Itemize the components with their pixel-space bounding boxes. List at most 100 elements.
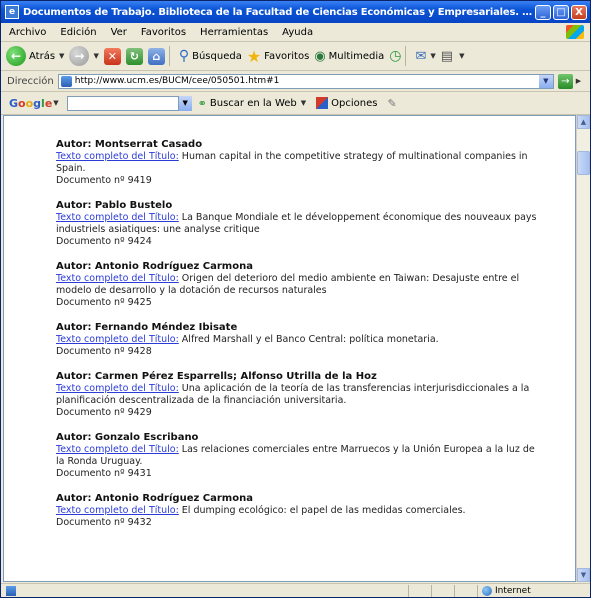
menu-ayuda[interactable]: Ayuda xyxy=(275,27,320,38)
mail-button[interactable]: ✉ ▼ xyxy=(415,49,435,64)
address-dropdown-button[interactable]: ▼ xyxy=(538,74,553,88)
address-input[interactable]: http://www.ucm.es/BUCM/cee/050501.htm#1 … xyxy=(57,73,554,89)
entry-title-line: Texto completo del Título: Origen del de… xyxy=(56,273,546,297)
full-text-link[interactable]: Texto completo del Título: xyxy=(56,383,179,394)
entry-doc-number: Documento nº 9432 xyxy=(56,517,152,528)
status-cell xyxy=(408,585,431,597)
menu-ver[interactable]: Ver xyxy=(104,27,134,38)
entry-doc-number: Documento nº 9424 xyxy=(56,236,152,247)
entry-author: Autor: Antonio Rodríguez Carmona xyxy=(56,261,253,272)
back-label: Atrás xyxy=(29,50,56,62)
full-text-link[interactable]: Texto completo del Título: xyxy=(56,444,179,455)
list-item: Autor: Fernando Méndez Ibisate Texto comp… xyxy=(56,322,546,358)
entry-title-line: Texto completo del Título: Una aplicació… xyxy=(56,383,546,407)
google-options-button[interactable]: Opciones xyxy=(316,97,378,109)
favorites-button[interactable]: ★ Favoritos xyxy=(247,47,309,66)
google-logo-letter: e xyxy=(44,96,53,110)
entry-title-line: Texto completo del Título: Human capital… xyxy=(56,151,546,175)
media-label: Multimedia xyxy=(328,50,385,62)
entry-author: Autor: Pablo Bustelo xyxy=(56,200,173,211)
status-cell xyxy=(431,585,454,597)
window-controls: _ □ X xyxy=(535,4,587,20)
search-label: Búsqueda xyxy=(192,50,242,62)
home-icon: ⌂ xyxy=(147,47,165,65)
full-text-link[interactable]: Texto completo del Título: xyxy=(56,212,179,223)
refresh-button[interactable]: ↻ xyxy=(125,47,143,65)
forward-button[interactable]: → ▼ xyxy=(69,46,99,66)
full-text-link[interactable]: Texto completo del Título: xyxy=(56,151,179,162)
entry-author: Autor: Fernando Méndez Ibisate xyxy=(56,322,238,333)
entry-author: Autor: Montserrat Casado xyxy=(56,139,203,150)
entry-title: El dumping ecológico: el papel de las me… xyxy=(178,505,466,516)
google-options-label: Opciones xyxy=(331,97,378,109)
entry-title-line: Texto completo del Título: El dumping ec… xyxy=(56,505,546,517)
entry-title-line: Texto completo del Título: La Banque Mon… xyxy=(56,212,546,236)
print-button[interactable]: ▤ xyxy=(441,49,453,64)
history-icon: ◷ xyxy=(389,48,402,64)
stop-button[interactable]: ✕ xyxy=(103,47,121,65)
google-search-dropdown[interactable]: ▼ xyxy=(178,95,192,111)
home-button[interactable]: ⌂ xyxy=(147,47,165,65)
google-search-input[interactable] xyxy=(66,95,179,111)
full-text-link[interactable]: Texto completo del Título: xyxy=(56,273,179,284)
document-list: Autor: Montserrat Casado Texto completo d… xyxy=(56,139,546,542)
window-title: Documentos de Trabajo. Biblioteca de la … xyxy=(23,6,535,18)
standard-toolbar: ← Atrás ▼ → ▼ ✕ ↻ ⌂ ⚲ Búsqueda ★ Favorit… xyxy=(1,42,590,71)
toolbar-separator xyxy=(168,46,170,66)
windows-logo-icon xyxy=(566,25,584,39)
favorites-label: Favoritos xyxy=(264,50,310,62)
minimize-button[interactable]: _ xyxy=(535,4,551,20)
scroll-up-button[interactable]: ▲ xyxy=(577,115,590,129)
page-status-icon xyxy=(6,586,16,596)
refresh-icon: ↻ xyxy=(125,47,143,65)
entry-author: Autor: Gonzalo Escribano xyxy=(56,432,199,443)
menu-bar: Archivo Edición Ver Favoritos Herramient… xyxy=(1,23,590,42)
history-button[interactable]: ◷ xyxy=(389,48,401,64)
media-icon: ◉ xyxy=(314,48,326,64)
scroll-thumb[interactable] xyxy=(577,151,590,175)
chevron-down-icon: ▼ xyxy=(59,52,65,60)
star-icon: ★ xyxy=(246,46,262,66)
entry-title-line: Texto completo del Título: Alfred Marsha… xyxy=(56,334,546,346)
status-bar: Internet xyxy=(1,583,590,598)
go-arrow-icon: → xyxy=(557,73,573,89)
scroll-down-button[interactable]: ▼ xyxy=(577,568,590,582)
menu-herramientas[interactable]: Herramientas xyxy=(193,27,275,38)
toolbar-separator xyxy=(405,46,407,66)
media-button[interactable]: ◉ Multimedia xyxy=(314,49,384,64)
menu-archivo[interactable]: Archivo xyxy=(1,27,53,38)
entry-title: Alfred Marshall y el Banco Central: polí… xyxy=(178,334,439,345)
address-label: Dirección xyxy=(7,75,54,87)
menu-favoritos[interactable]: Favoritos xyxy=(134,27,193,38)
google-logo[interactable]: Google xyxy=(9,97,52,110)
search-web-label: Buscar en la Web xyxy=(209,97,297,109)
browser-window: e Documentos de Trabajo. Biblioteca de l… xyxy=(0,0,591,598)
forward-arrow-icon: → xyxy=(69,46,90,66)
maximize-button[interactable]: □ xyxy=(553,4,569,20)
close-button[interactable]: X xyxy=(571,4,587,20)
entry-author: Autor: Carmen Pérez Esparrells; Alfonso … xyxy=(56,371,377,382)
vertical-scrollbar[interactable]: ▲ ▼ xyxy=(576,115,590,582)
search-button[interactable]: ⚲ Búsqueda xyxy=(179,48,242,64)
menu-edicion[interactable]: Edición xyxy=(53,27,103,38)
status-cells: Internet xyxy=(408,585,590,597)
list-item: Autor: Carmen Pérez Esparrells; Alfonso … xyxy=(56,371,546,419)
google-toolbar: Google ▼ ▼ ⚭ Buscar en la Web ▼ Opciones… xyxy=(1,92,590,115)
address-bar: Dirección http://www.ucm.es/BUCM/cee/050… xyxy=(1,71,590,92)
address-url: http://www.ucm.es/BUCM/cee/050501.htm#1 xyxy=(74,76,280,86)
back-button[interactable]: ← Atrás ▼ xyxy=(6,46,64,66)
go-button[interactable]: → ▶ xyxy=(557,73,581,89)
ie-icon: e xyxy=(5,5,19,19)
chevron-down-icon[interactable]: ▼ xyxy=(53,99,58,107)
search-web-button[interactable]: ⚭ Buscar en la Web ▼ xyxy=(198,97,307,110)
google-logo-letter: o xyxy=(18,96,26,110)
highlight-button[interactable]: ✎ xyxy=(388,97,397,110)
google-logo-letter: G xyxy=(9,96,19,110)
list-item: Autor: Antonio Rodríguez Carmona Texto co… xyxy=(56,493,546,529)
status-cell xyxy=(454,585,477,597)
back-arrow-icon: ← xyxy=(6,46,26,66)
full-text-link[interactable]: Texto completo del Título: xyxy=(56,505,179,516)
print-icon: ▤ xyxy=(440,48,454,64)
full-text-link[interactable]: Texto completo del Título: xyxy=(56,334,179,345)
more-button[interactable]: ▼ xyxy=(458,52,464,60)
